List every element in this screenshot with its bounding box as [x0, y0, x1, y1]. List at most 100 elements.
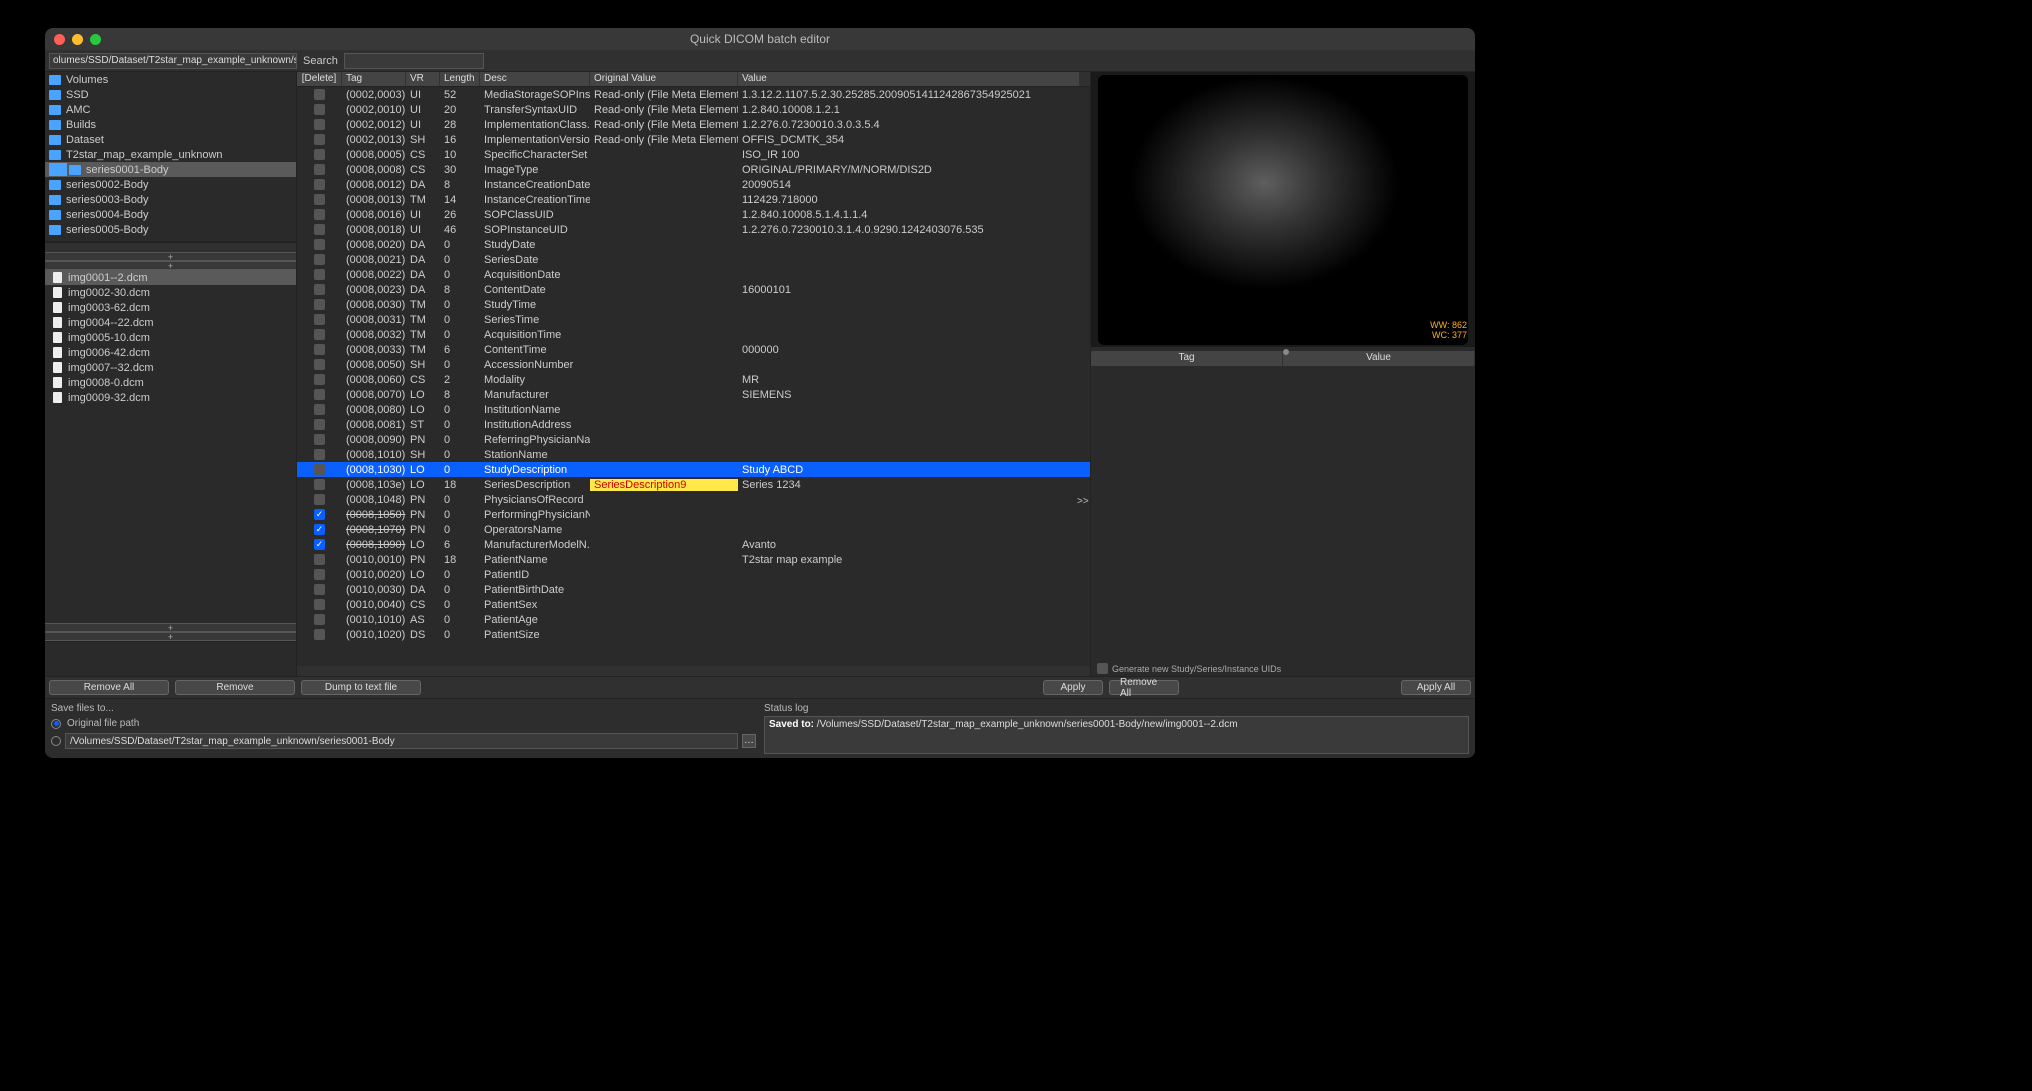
tree-item[interactable]: series0001-Body — [45, 162, 296, 177]
delete-checkbox[interactable] — [314, 209, 325, 220]
grid-row[interactable]: (0008,0030)TM0StudyTime — [297, 297, 1090, 312]
delete-checkbox[interactable] — [314, 494, 325, 505]
grid-row[interactable]: (0008,0012)DA8InstanceCreationDate200905… — [297, 177, 1090, 192]
tree-item[interactable]: series0003-Body — [45, 192, 296, 207]
grid-row[interactable]: (0002,0010)UI20TransferSyntaxUIDRead-onl… — [297, 102, 1090, 117]
file-item[interactable]: img0001--2.dcm — [45, 270, 296, 285]
delete-checkbox[interactable] — [314, 254, 325, 265]
grid-row[interactable]: (0008,0023)DA8ContentDate16000101 — [297, 282, 1090, 297]
file-item[interactable]: img0003-62.dcm — [45, 300, 296, 315]
grid-row[interactable]: (0010,0040)CS0PatientSex — [297, 597, 1090, 612]
col-orig[interactable]: Original Value — [590, 72, 738, 86]
grid-row[interactable]: ✓(0008,1050)PN0PerformingPhysicianN... — [297, 507, 1090, 522]
delete-checkbox[interactable] — [314, 464, 325, 475]
delete-checkbox[interactable] — [314, 224, 325, 235]
col-value[interactable]: Value — [738, 72, 1080, 86]
delete-checkbox[interactable] — [314, 269, 325, 280]
file-list[interactable]: img0001--2.dcmimg0002-30.dcmimg0003-62.d… — [45, 270, 296, 623]
generate-uids-checkbox[interactable] — [1097, 663, 1108, 674]
grid-row[interactable]: (0008,0070)LO8ManufacturerSIEMENS — [297, 387, 1090, 402]
image-preview[interactable]: WW: 862 WC: 377 — [1091, 72, 1475, 347]
apply-all-button[interactable]: Apply All — [1401, 680, 1471, 695]
delete-checkbox[interactable] — [314, 329, 325, 340]
file-item[interactable]: img0005-10.dcm — [45, 330, 296, 345]
grid-hscrollbar[interactable] — [297, 666, 1090, 676]
tree-item[interactable]: series0002-Body — [45, 177, 296, 192]
grid-row[interactable]: (0008,1010)SH0StationName — [297, 447, 1090, 462]
edit-col-tag[interactable]: Tag — [1091, 351, 1283, 366]
grid-row[interactable]: (0008,0090)PN0ReferringPhysicianNa... — [297, 432, 1090, 447]
tree-expand-handle2[interactable]: + — [45, 261, 296, 270]
delete-checkbox[interactable] — [314, 284, 325, 295]
grid-row[interactable]: (0008,0060)CS2ModalityMR — [297, 372, 1090, 387]
grid-row[interactable]: (0002,0012)UI28ImplementationClass...Rea… — [297, 117, 1090, 132]
delete-checkbox[interactable] — [314, 149, 325, 160]
grid-row[interactable]: (0008,0081)ST0InstitutionAddress — [297, 417, 1090, 432]
delete-checkbox[interactable] — [314, 404, 325, 415]
delete-checkbox[interactable] — [314, 134, 325, 145]
grid-row[interactable]: (0008,0008)CS30ImageTypeORIGINAL/PRIMARY… — [297, 162, 1090, 177]
col-vr[interactable]: VR — [406, 72, 440, 86]
delete-checkbox[interactable] — [314, 434, 325, 445]
custom-path-radio[interactable] — [51, 736, 61, 746]
delete-checkbox[interactable] — [314, 389, 325, 400]
grid-row[interactable]: (0008,0018)UI46SOPInstanceUID1.2.276.0.7… — [297, 222, 1090, 237]
tree-item[interactable]: SSD — [45, 87, 296, 102]
delete-checkbox[interactable] — [314, 164, 325, 175]
grid-row[interactable]: (0010,1010)AS0PatientAge — [297, 612, 1090, 627]
delete-checkbox[interactable] — [314, 194, 325, 205]
grid-row[interactable]: (0008,0080)LO0InstitutionName — [297, 402, 1090, 417]
grid-row[interactable]: ✓(0008,1090)LO6ManufacturerModelN...Avan… — [297, 537, 1090, 552]
delete-checkbox[interactable] — [314, 569, 325, 580]
grid-row[interactable]: ✓(0008,1070)PN0OperatorsName — [297, 522, 1090, 537]
tag-grid[interactable]: (0002,0003)UI52MediaStorageSOPInst...Rea… — [297, 87, 1090, 666]
file-item[interactable]: img0004--22.dcm — [45, 315, 296, 330]
tree-item[interactable]: Volumes — [45, 72, 296, 87]
remove-all-button[interactable]: Remove All — [49, 680, 169, 695]
edit-col-value[interactable]: Value — [1283, 351, 1475, 366]
apply-button[interactable]: Apply — [1043, 680, 1103, 695]
delete-checkbox[interactable] — [314, 374, 325, 385]
grid-row[interactable]: (0010,1020)DS0PatientSize — [297, 627, 1090, 642]
col-delete[interactable]: [Delete] — [297, 72, 342, 86]
grid-row[interactable]: (0010,0010)PN18PatientNameT2star map exa… — [297, 552, 1090, 567]
col-length[interactable]: Length — [440, 72, 480, 86]
browse-button[interactable]: … — [742, 734, 756, 748]
grid-row[interactable]: (0002,0013)SH16ImplementationVersio...Re… — [297, 132, 1090, 147]
directory-tree[interactable]: VolumesSSDAMCBuildsDatasetT2star_map_exa… — [45, 72, 296, 242]
grid-row[interactable]: (0008,1048)PN0PhysiciansOfRecord — [297, 492, 1090, 507]
tree-item[interactable]: series0004-Body — [45, 207, 296, 222]
delete-checkbox[interactable] — [314, 599, 325, 610]
tree-item[interactable]: Dataset — [45, 132, 296, 147]
grid-row[interactable]: (0008,0016)UI26SOPClassUID1.2.840.10008.… — [297, 207, 1090, 222]
original-path-radio[interactable] — [51, 719, 61, 729]
delete-checkbox[interactable] — [314, 614, 325, 625]
grid-row[interactable]: (0008,0033)TM6ContentTime000000 — [297, 342, 1090, 357]
grid-row[interactable]: (0008,0050)SH0AccessionNumber — [297, 357, 1090, 372]
delete-checkbox[interactable] — [314, 119, 325, 130]
search-input[interactable] — [344, 53, 484, 69]
grid-row[interactable]: (0008,103e)LO18SeriesDescriptionSeriesDe… — [297, 477, 1090, 492]
tree-item[interactable]: Builds — [45, 117, 296, 132]
remove-all-right-button[interactable]: Remove All — [1109, 680, 1179, 695]
delete-checkbox[interactable] — [314, 629, 325, 640]
delete-checkbox[interactable] — [314, 449, 325, 460]
save-path-input[interactable] — [65, 733, 738, 749]
transfer-button[interactable]: >> — [1077, 496, 1089, 507]
tree-item[interactable]: T2star_map_example_unknown — [45, 147, 296, 162]
delete-checkbox[interactable] — [314, 419, 325, 430]
splitter-handle[interactable] — [1283, 349, 1289, 355]
delete-checkbox[interactable] — [314, 314, 325, 325]
remove-button[interactable]: Remove — [175, 680, 295, 695]
grid-row[interactable]: (0008,1030)LO0StudyDescriptionStudy ABCD — [297, 462, 1090, 477]
grid-row[interactable]: (0008,0021)DA0SeriesDate — [297, 252, 1090, 267]
file-item[interactable]: img0008-0.dcm — [45, 375, 296, 390]
delete-checkbox[interactable] — [314, 299, 325, 310]
delete-checkbox[interactable] — [314, 479, 325, 490]
file-item[interactable]: img0009-32.dcm — [45, 390, 296, 405]
grid-row[interactable]: (0008,0013)TM14InstanceCreationTime11242… — [297, 192, 1090, 207]
grid-row[interactable]: (0002,0003)UI52MediaStorageSOPInst...Rea… — [297, 87, 1090, 102]
delete-checkbox[interactable]: ✓ — [314, 524, 325, 535]
grid-row[interactable]: (0010,0030)DA0PatientBirthDate — [297, 582, 1090, 597]
file-item[interactable]: img0002-30.dcm — [45, 285, 296, 300]
